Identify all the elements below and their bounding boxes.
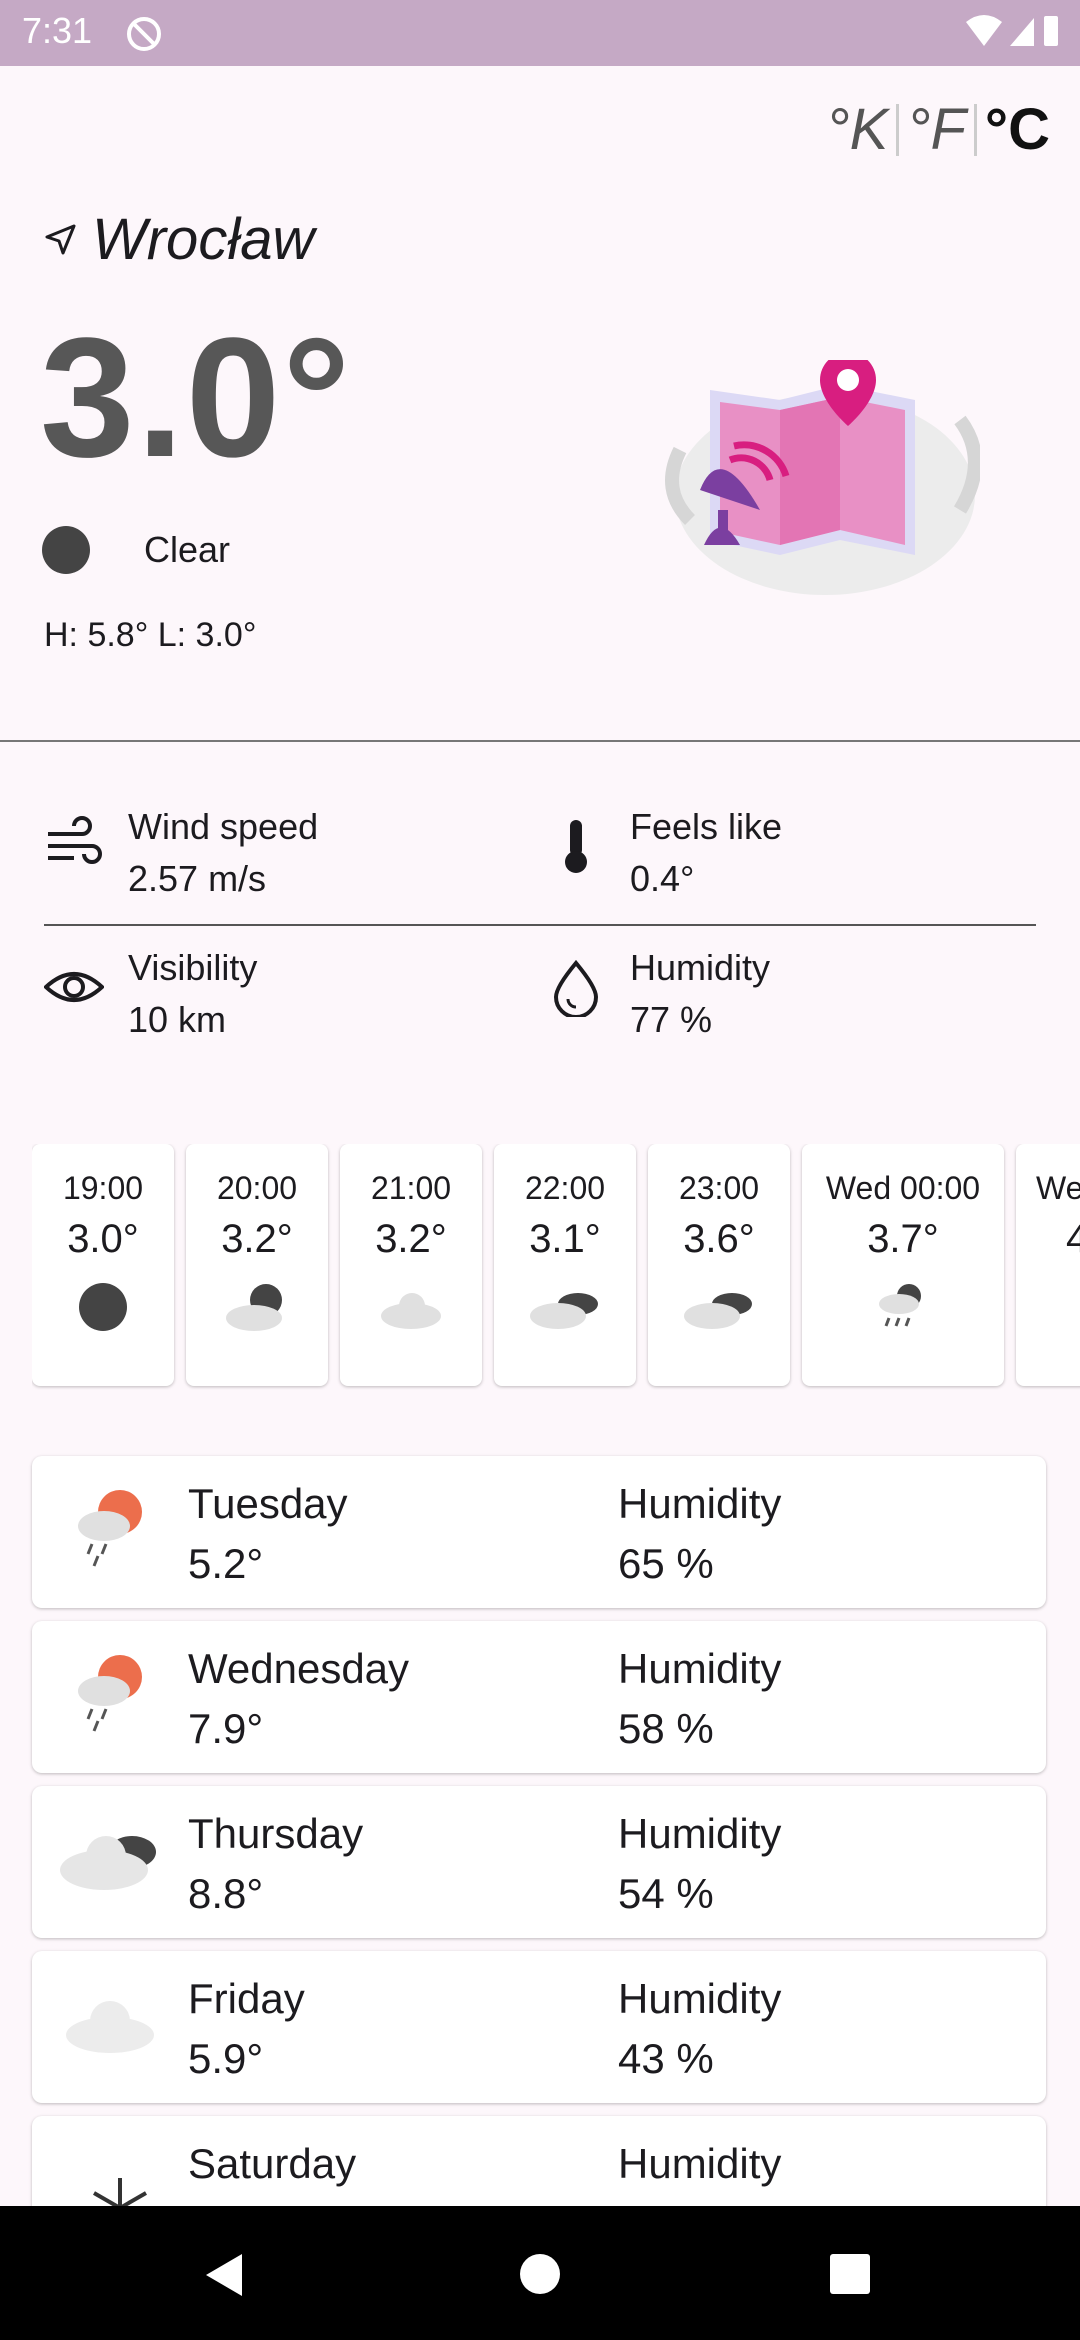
wind-icon: [48, 816, 102, 864]
unit-selector: °K °F °C: [818, 96, 1058, 163]
daily-card[interactable]: Thursday 8.8° Humidity 54 %: [32, 1786, 1046, 1938]
daily-humidity-label: Humidity: [618, 2140, 782, 2187]
water-drop-icon: [553, 959, 599, 1017]
unit-kelvin[interactable]: °K: [818, 96, 896, 163]
hourly-time: 19:00: [62, 1170, 144, 1206]
map-illustration: [665, 360, 980, 595]
system-status-icons: [966, 15, 1058, 46]
daily-humidity-label: Humidity: [618, 1975, 782, 2022]
hourly-card[interactable]: 23:00 3.6°: [648, 1144, 790, 1386]
high-low: H: 5.8° L: 3.0°: [44, 616, 257, 654]
rain-sun-icon: [78, 1655, 142, 1732]
sync-icon: [127, 17, 161, 51]
rain-night-icon: [879, 1284, 921, 1327]
daily-humidity-label: Humidity: [618, 1480, 782, 1527]
daily-day: Saturday: [188, 2140, 357, 2187]
visibility-value: 10 km: [128, 999, 227, 1040]
navigation-arrow-icon: [45, 224, 76, 254]
daily-temp: 5.9°: [188, 2035, 264, 2082]
condition-text: Clear: [144, 529, 231, 570]
hourly-temp: 3.0°: [67, 1217, 139, 1261]
daily-temp: 5.2°: [188, 1540, 264, 1587]
hourly-temp: 3.7°: [867, 1217, 939, 1261]
hourly-temp: 3.2°: [221, 1217, 293, 1261]
partly-cloudy-night-icon: [226, 1284, 282, 1331]
hourly-card[interactable]: Wed 00:00 3.7°: [802, 1144, 1004, 1386]
hourly-temp: 3.6°: [683, 1217, 755, 1261]
current-temperature: 3.0°: [40, 303, 353, 493]
location[interactable]: Wrocław: [44, 206, 314, 273]
cloudy-icon: [60, 1836, 156, 1890]
hourly-card[interactable]: 22:00 3.1°: [494, 1144, 636, 1386]
hourly-time: 21:00: [370, 1170, 452, 1206]
daily-temp: 8.8°: [188, 1870, 264, 1917]
wifi-icon: [966, 15, 1002, 46]
eye-icon: [44, 972, 104, 1002]
unit-fahrenheit[interactable]: °F: [899, 96, 974, 163]
hourly-card[interactable]: 20:00 3.2°: [186, 1144, 328, 1386]
thermometer-icon: [565, 820, 587, 873]
daily-humidity-value: 58 %: [618, 1705, 714, 1752]
section-divider: [0, 740, 1080, 742]
daily-day: Friday: [188, 1975, 305, 2022]
feels-label: Feels like: [630, 806, 783, 847]
visibility-detail: Visibility 10 km: [44, 947, 257, 1041]
daily-humidity-label: Humidity: [618, 1810, 782, 1857]
hourly-temp: 3.1°: [529, 1217, 601, 1261]
feels-value: 0.4°: [630, 858, 695, 899]
navigation-bar: [0, 2206, 1080, 2340]
hourly-time: 20:00: [216, 1170, 298, 1206]
daily-humidity-label: Humidity: [618, 1645, 782, 1692]
home-icon[interactable]: [518, 2252, 562, 2296]
back-icon[interactable]: [200, 2250, 250, 2300]
daily-day: Wednesday: [188, 1645, 410, 1692]
signal-icon: [1010, 18, 1034, 46]
daily-card[interactable]: Friday 5.9° Humidity 43 %: [32, 1951, 1046, 2103]
hourly-card[interactable]: We 4: [1016, 1144, 1080, 1386]
cloud-icon: [381, 1293, 441, 1329]
humidity-detail: Humidity 77 %: [546, 947, 770, 1041]
cloudy-night-icon: [684, 1293, 752, 1329]
cloudy-night-icon: [530, 1293, 598, 1329]
wind-speed-detail: Wind speed 2.57 m/s: [44, 806, 318, 900]
status-time: 7:31: [22, 10, 93, 51]
status-bar: 7:31: [0, 0, 1080, 66]
wind-label: Wind speed: [128, 806, 319, 847]
battery-icon: [1044, 16, 1058, 46]
daily-day: Tuesday: [188, 1480, 348, 1527]
daily-card[interactable]: Tuesday 5.2° Humidity 65 %: [32, 1456, 1046, 1608]
hourly-time: 22:00: [524, 1170, 606, 1206]
hourly-temp: 4: [1066, 1217, 1080, 1261]
daily-card[interactable]: Wednesday 7.9° Humidity 58 %: [32, 1621, 1046, 1773]
rain-sun-icon: [78, 1490, 142, 1567]
current-condition: Clear: [42, 526, 230, 574]
unit-celsius[interactable]: °C: [977, 96, 1058, 163]
visibility-label: Visibility: [128, 947, 258, 988]
daily-humidity-value: 54 %: [618, 1870, 714, 1917]
wind-value: 2.57 m/s: [128, 858, 267, 899]
hourly-temp: 3.2°: [375, 1217, 447, 1261]
hourly-card[interactable]: 21:00 3.2°: [340, 1144, 482, 1386]
daily-humidity-value: 43 %: [618, 2035, 714, 2082]
hourly-forecast[interactable]: 19:00 3.0° 20:00 3.2° 21:00 3.2° 22:00 3…: [32, 1144, 1080, 1390]
humidity-label: Humidity: [630, 947, 771, 988]
humidity-value: 77 %: [630, 999, 713, 1040]
daily-humidity-value: 65 %: [618, 1540, 714, 1587]
daily-temp: 7.9°: [188, 1705, 264, 1752]
details-divider: [44, 924, 1036, 926]
hourly-time: We: [1036, 1170, 1080, 1206]
city-name: Wrocław: [92, 207, 315, 272]
cloud-icon: [66, 2001, 154, 2053]
clear-night-icon: [42, 526, 90, 574]
recents-icon[interactable]: [828, 2252, 872, 2296]
clear-night-icon: [79, 1283, 127, 1331]
feels-like-detail: Feels like 0.4°: [546, 806, 782, 900]
hourly-time: Wed 00:00: [825, 1170, 981, 1206]
daily-day: Thursday: [188, 1810, 364, 1857]
hourly-time: 23:00: [678, 1170, 760, 1206]
hourly-card[interactable]: 19:00 3.0°: [32, 1144, 174, 1386]
